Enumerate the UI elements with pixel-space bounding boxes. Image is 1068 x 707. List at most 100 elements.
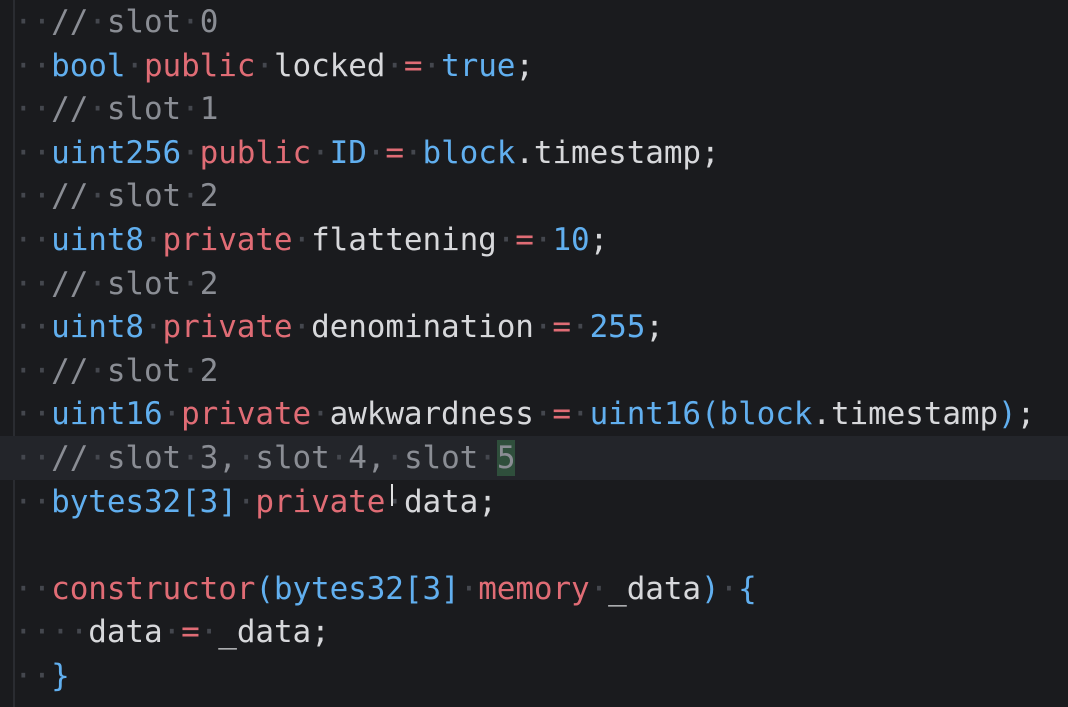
code-token: uint16: [51, 396, 163, 433]
code-token: data: [403, 483, 479, 520]
code-token: uint16: [589, 396, 701, 433]
code-editor[interactable]: ··//·slot·0 ··bool·public·locked·=·true; ·…: [0, 0, 1068, 707]
code-line[interactable]: ··//·slot·1: [14, 87, 218, 131]
code-token: constructor: [51, 570, 256, 607]
whitespace-marker: ·: [589, 570, 609, 607]
code-token: 5: [496, 440, 516, 476]
whitespace-marker: ·: [162, 396, 182, 433]
code-token: ID: [329, 134, 367, 171]
code-token: ;: [589, 222, 609, 258]
code-token: //: [51, 4, 89, 40]
code-token: .timestamp: [812, 396, 999, 433]
code-line[interactable]: ··}: [14, 654, 70, 698]
whitespace-marker: ·: [181, 178, 200, 215]
whitespace-marker: ·: [88, 440, 107, 476]
whitespace-marker: ··: [14, 352, 52, 389]
whitespace-marker: ·: [366, 134, 386, 171]
whitespace-marker: ··: [14, 309, 52, 346]
whitespace-marker: ·: [88, 91, 107, 128]
whitespace-marker: ·: [571, 309, 590, 346]
code-token: true: [441, 47, 516, 84]
code-token: ): [998, 396, 1017, 433]
code-token: ;: [478, 483, 497, 520]
code-line[interactable]: ··bytes32[3]·private·data;: [14, 480, 497, 524]
code-token: =: [181, 614, 200, 651]
whitespace-marker: ·: [459, 570, 479, 607]
code-line[interactable]: ··uint8·private·flattening·=·10;: [14, 218, 608, 262]
whitespace-marker: ·: [255, 47, 274, 84]
whitespace-marker: ·: [181, 440, 200, 476]
code-token: flattening: [311, 222, 497, 258]
code-token: 2: [199, 352, 219, 389]
code-line[interactable]: ··//·slot·0: [14, 0, 218, 44]
whitespace-marker: ··: [14, 91, 52, 128]
code-line[interactable]: ··//·slot·2: [14, 174, 218, 218]
code-token: slot: [106, 265, 182, 302]
code-line-active[interactable]: ··//·slot·3,·slot·4,·slot·5: [0, 436, 1068, 480]
code-token: slot: [106, 178, 182, 215]
code-token: ;: [645, 309, 664, 346]
whitespace-marker: ··: [14, 47, 52, 84]
code-line[interactable]: ··uint16·private·awkwardness·=·uint16(bl…: [14, 392, 1035, 436]
code-token: slot: [106, 91, 182, 128]
whitespace-marker: ·: [496, 222, 516, 258]
code-token: ): [700, 570, 720, 607]
whitespace-marker: ·: [143, 222, 163, 258]
code-token: //: [51, 440, 89, 476]
code-token: slot: [106, 4, 182, 40]
code-token: [: [403, 570, 423, 607]
whitespace-marker: ··: [14, 265, 52, 302]
whitespace-marker: ·: [385, 440, 404, 476]
whitespace-marker: ·: [311, 396, 330, 433]
whitespace-marker: ·: [478, 440, 497, 476]
code-token: (: [255, 570, 274, 607]
code-token: 2: [199, 265, 219, 302]
code-token: 4,: [348, 440, 386, 476]
code-token: uint256: [51, 134, 182, 171]
whitespace-marker: ·: [292, 309, 312, 346]
code-token: =: [552, 309, 571, 346]
code-line[interactable]: ····data·=·_data;: [14, 610, 330, 654]
code-line[interactable]: ··//·slot·2: [14, 349, 218, 393]
code-token: denomination: [311, 309, 534, 346]
whitespace-marker: ·: [385, 483, 404, 520]
code-token: public: [143, 47, 256, 84]
whitespace-marker: ··: [14, 178, 52, 215]
code-token: //: [51, 91, 89, 128]
code-token: =: [552, 396, 571, 433]
whitespace-marker: ·: [533, 222, 553, 258]
code-token: memory: [478, 570, 590, 607]
whitespace-marker: ·: [719, 570, 739, 607]
whitespace-marker: ··: [14, 222, 52, 258]
whitespace-marker: ·: [571, 396, 590, 433]
code-line[interactable]: ··uint8·private·denomination·=·255;: [14, 305, 664, 349]
code-token: slot: [106, 352, 182, 389]
code-token: data: [88, 614, 163, 651]
code-token: block: [422, 134, 516, 171]
code-token: {: [738, 570, 757, 607]
code-token: [: [181, 483, 200, 520]
code-token: =: [515, 222, 534, 258]
code-token: _data: [608, 570, 701, 607]
code-token: 3: [199, 483, 219, 520]
whitespace-marker: ·: [88, 352, 107, 389]
whitespace-marker: ··: [14, 483, 52, 520]
whitespace-marker: ·: [181, 91, 200, 128]
code-token: private: [162, 222, 293, 258]
code-token: ;: [515, 47, 534, 84]
whitespace-marker: ··: [14, 134, 52, 171]
code-line[interactable]: ··//·slot·2: [14, 262, 218, 306]
whitespace-marker: ·: [143, 309, 163, 346]
whitespace-marker: ····: [14, 614, 89, 651]
code-token: block: [719, 396, 813, 433]
code-token: //: [51, 352, 89, 389]
whitespace-marker: ··: [14, 440, 52, 476]
code-token: .timestamp;: [515, 134, 720, 171]
code-line[interactable]: ··uint256·public·ID·=·block.timestamp;: [14, 131, 720, 175]
whitespace-marker: ·: [181, 4, 200, 40]
code-token: slot: [255, 440, 330, 476]
code-line[interactable]: ··bool·public·locked·=·true;: [14, 44, 534, 88]
whitespace-marker: ·: [199, 614, 219, 651]
whitespace-marker: ·: [88, 4, 107, 40]
code-line[interactable]: ··constructor(bytes32[3]·memory·_data)·{: [14, 567, 757, 611]
